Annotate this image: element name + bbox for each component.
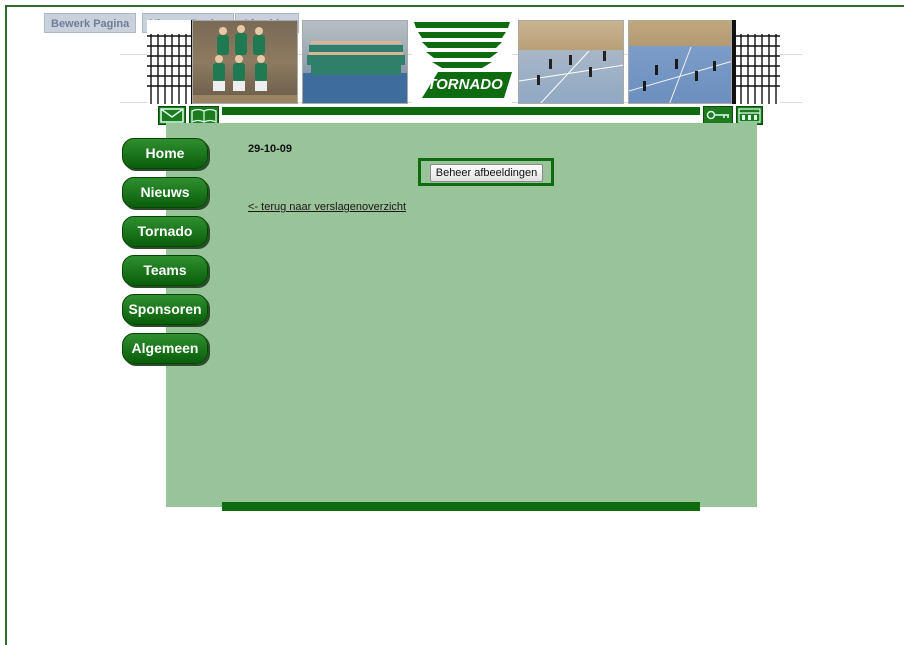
nav-algemeen-button[interactable]: Algemeen: [122, 333, 208, 364]
manage-images-button[interactable]: Beheer afbeeldingen: [430, 164, 543, 182]
net-left-icon: [147, 20, 195, 104]
nav-nieuws-button[interactable]: Nieuws: [122, 177, 208, 208]
net-right-icon: [732, 20, 780, 104]
manage-images-frame: Beheer afbeeldingen: [418, 158, 554, 186]
header-banner: TORNADO: [120, 8, 802, 108]
bottom-bar: [222, 502, 700, 511]
back-to-reports-link[interactable]: <- terug naar verslagenoverzicht: [248, 201, 406, 213]
logo-text: TORNADO: [427, 76, 503, 93]
tornado-logo: TORNADO: [412, 20, 512, 104]
nav-tornado-button[interactable]: Tornado: [122, 216, 208, 247]
top-bar: [222, 107, 700, 115]
report-date: 29-10-09: [248, 143, 293, 155]
nav-home-button[interactable]: Home: [122, 138, 208, 169]
team-photo: [192, 20, 298, 104]
nav-sponsoren-button[interactable]: Sponsoren: [122, 294, 208, 325]
group-photo: [302, 20, 408, 104]
gym-photo-1: [518, 20, 624, 104]
gym-photo-2: [628, 20, 732, 104]
nav-teams-button[interactable]: Teams: [122, 255, 208, 286]
